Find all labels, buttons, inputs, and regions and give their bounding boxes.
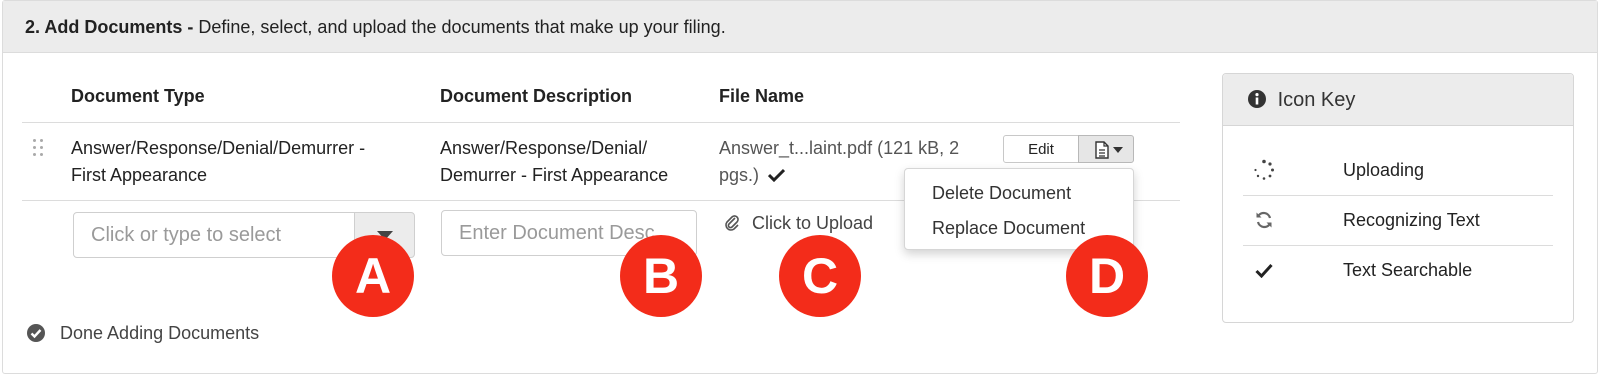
document-type-cell: Answer/Response/Denial/Demurrer - First … — [71, 135, 365, 189]
icon-key-row-uploading: Uploading — [1243, 146, 1553, 196]
spinner-icon — [1254, 159, 1274, 180]
menu-item-replace-document[interactable]: Replace Document — [932, 218, 1085, 239]
check-icon — [1255, 263, 1273, 278]
document-type-select-input[interactable]: Click or type to select — [73, 212, 355, 258]
document-description-cell: Answer/Response/Denial/ Demurrer - First… — [440, 135, 668, 189]
icon-key-label-text-searchable: Text Searchable — [1343, 260, 1473, 280]
icon-key-row-recognizing: Recognizing Text — [1243, 196, 1553, 246]
document-description-line1: Answer/Response/Denial/ — [440, 138, 648, 158]
marker-a: A — [332, 235, 414, 317]
document-icon — [1095, 141, 1109, 159]
icon-key-label-uploading: Uploading — [1343, 160, 1425, 180]
document-description-line2: Demurrer - First Appearance — [440, 165, 669, 185]
marker-b: B — [620, 235, 702, 317]
column-header-file-name: File Name — [719, 86, 805, 106]
drag-handle-icon[interactable] — [33, 139, 45, 157]
file-name-line2: pgs.) — [719, 165, 760, 185]
section-subtitle: Define, select, and upload the documents… — [198, 17, 726, 37]
document-type-line2: First Appearance — [71, 165, 208, 185]
panel-heading: 2. Add Documents - Define, select, and u… — [3, 1, 1597, 53]
done-adding-documents-button[interactable]: Done Adding Documents — [27, 320, 259, 346]
file-name-line1: Answer_t...laint.pdf (121 kB, 2 — [719, 138, 960, 158]
marker-d: D — [1066, 235, 1148, 317]
icon-key-row-searchable: Text Searchable — [1243, 246, 1553, 296]
column-header-document-description: Document Description — [440, 86, 633, 106]
document-type-line1: Answer/Response/Denial/Demurrer - — [71, 138, 366, 158]
click-to-upload-link[interactable]: Click to Upload — [724, 210, 873, 236]
refresh-icon — [1256, 211, 1272, 229]
icon-key-label-recognizing-text: Recognizing Text — [1343, 210, 1480, 230]
check-circle-icon — [27, 324, 45, 342]
menu-item-delete-document[interactable]: Delete Document — [932, 183, 1071, 204]
paperclip-icon — [725, 215, 739, 231]
edit-button[interactable]: Edit — [1003, 135, 1079, 163]
caret-down-icon — [1113, 147, 1123, 153]
done-adding-documents-label: Done Adding Documents — [60, 323, 260, 343]
icon-key-panel: Icon Key Uploading Recognizing Text Text… — [1222, 73, 1574, 323]
upload-label: Click to Upload — [752, 213, 874, 233]
document-actions-button[interactable] — [1078, 135, 1134, 163]
marker-c: C — [779, 235, 861, 317]
info-icon — [1248, 90, 1266, 108]
column-header-document-type: Document Type — [71, 86, 205, 106]
icon-key-header: Icon Key — [1223, 74, 1573, 126]
icon-key-title: Icon Key — [1277, 89, 1356, 111]
header-divider — [22, 122, 1180, 123]
check-icon — [767, 168, 786, 183]
section-title: 2. Add Documents - — [25, 17, 194, 37]
